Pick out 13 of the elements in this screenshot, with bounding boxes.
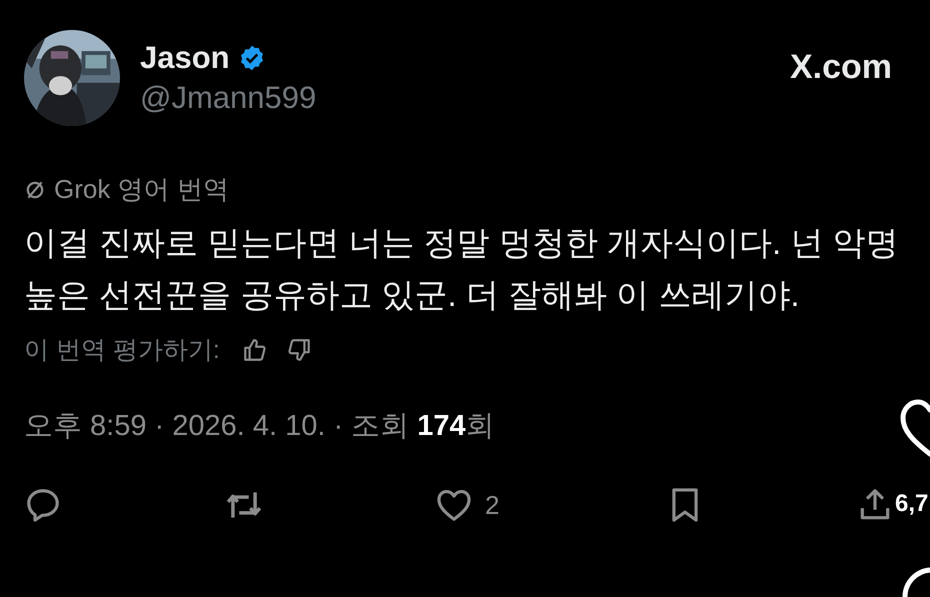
translation-label[interactable]: Grok 영어 번역 — [54, 172, 229, 207]
author-name[interactable]: Jason — [140, 40, 230, 76]
like-count: 2 — [485, 490, 500, 520]
rating-prompt: 이 번역 평가하기: — [24, 335, 220, 366]
thumbs-down-icon[interactable] — [286, 336, 312, 362]
post-meta: 오후 8:59 · 2026. 4. 10. · 조회 174회 — [24, 409, 495, 444]
post-text: 이걸 진짜로 믿는다면 너는 정말 멍청한 개자식이다. 넌 악명 높은 선전꾼을 공유하고 있군. 더 잘해봐 이 쓰레기야. — [24, 223, 900, 315]
like-count: 6,7 — [895, 490, 928, 518]
reply-icon[interactable] — [24, 486, 62, 524]
thumbs-up-icon[interactable] — [242, 336, 268, 362]
translate-icon — [24, 178, 46, 200]
site-label: X.com — [790, 48, 892, 87]
author-handle[interactable]: @Jmann599 — [140, 80, 316, 116]
